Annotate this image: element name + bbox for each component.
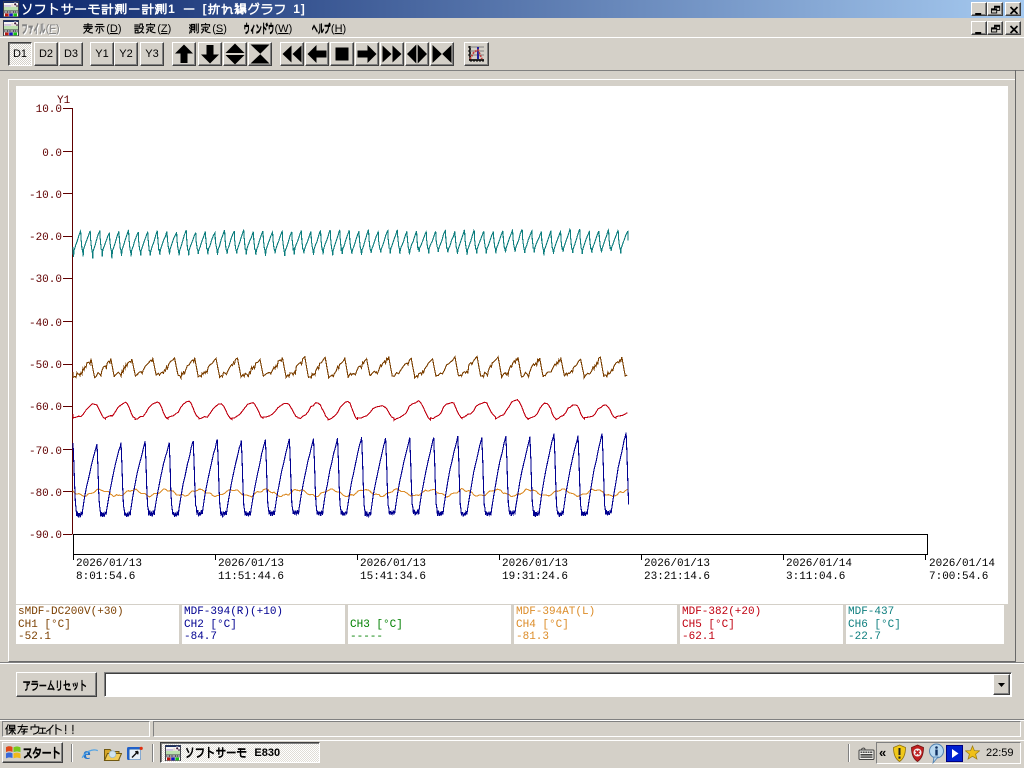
svg-text:-90.0: -90.0 [29, 530, 62, 542]
svg-text:1: 1 [293, 2, 300, 16]
svg-text:-20.0: -20.0 [29, 232, 62, 244]
svg-text:(Z): (Z) [157, 23, 171, 35]
svg-text:(S): (S) [212, 23, 227, 35]
svg-text:0.0: 0.0 [42, 148, 62, 160]
svg-text:[: [ [203, 2, 207, 16]
svg-text:(F): (F) [46, 23, 60, 35]
svg-text:Y1: Y1 [57, 95, 71, 107]
svg-text:-50.0: -50.0 [29, 360, 62, 372]
svg-text:(W): (W) [275, 23, 293, 35]
svg-text:E830: E830 [254, 747, 280, 759]
svg-text:-30.0: -30.0 [29, 274, 62, 286]
svg-text:-10.0: -10.0 [29, 190, 62, 202]
svg-text:-80.0: -80.0 [29, 488, 62, 500]
svg-text:1: 1 [168, 2, 175, 16]
svg-text:(D): (D) [106, 23, 121, 35]
svg-text:(H): (H) [331, 23, 346, 35]
svg-text:]: ] [301, 2, 305, 16]
svg-text:-60.0: -60.0 [29, 402, 62, 414]
svg-text:-40.0: -40.0 [29, 318, 62, 330]
svg-text:-70.0: -70.0 [29, 446, 62, 458]
